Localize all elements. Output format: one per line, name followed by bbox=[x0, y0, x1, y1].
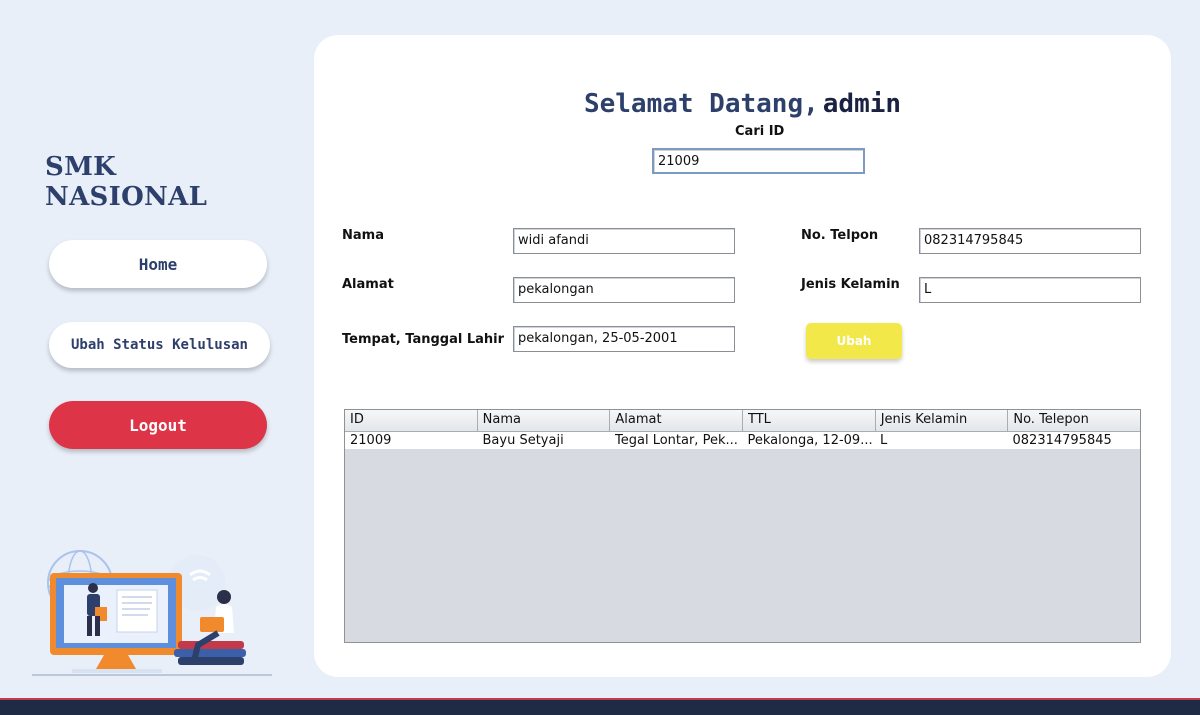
search-label: Cari ID bbox=[735, 124, 785, 139]
username: admin bbox=[822, 89, 902, 119]
column-header-telepon[interactable]: No. Telepon bbox=[1008, 410, 1140, 431]
column-header-nama[interactable]: Nama bbox=[478, 410, 611, 431]
table-cell: 082314795845 bbox=[1012, 433, 1112, 448]
column-header-ttl[interactable]: TTL bbox=[743, 410, 876, 431]
os-taskbar bbox=[0, 698, 1200, 715]
table-header: ID Nama Alamat TTL Jenis Kelamin No. Tel… bbox=[345, 410, 1140, 432]
welcome-text: Selamat Datang, bbox=[583, 89, 819, 119]
table-cell: Pekalonga, 12-09... bbox=[747, 433, 873, 448]
search-input[interactable]: 21009 bbox=[652, 148, 865, 174]
column-header-jenis-kelamin[interactable]: Jenis Kelamin bbox=[876, 410, 1009, 431]
workspace-illustration bbox=[32, 550, 272, 676]
nama-input[interactable]: widi afandi bbox=[513, 228, 735, 254]
telpon-input[interactable]: 082314795845 bbox=[919, 228, 1141, 254]
student-table[interactable]: ID Nama Alamat TTL Jenis Kelamin No. Tel… bbox=[344, 409, 1141, 643]
alamat-label: Alamat bbox=[342, 277, 394, 292]
jenis-kelamin-input[interactable]: L bbox=[919, 277, 1141, 303]
brand-title: SMK NASIONAL bbox=[45, 152, 208, 212]
telpon-label: No. Telpon bbox=[801, 228, 879, 243]
table-cell: L bbox=[880, 433, 888, 448]
ubah-button[interactable]: Ubah bbox=[806, 323, 902, 359]
home-button[interactable]: Home bbox=[49, 240, 267, 288]
table-cell: 21009 bbox=[350, 433, 392, 448]
nama-label: Nama bbox=[342, 228, 384, 243]
welcome-heading: Selamat Datang, admin bbox=[314, 89, 1171, 119]
jenis-kelamin-label: Jenis Kelamin bbox=[801, 277, 900, 292]
column-header-alamat[interactable]: Alamat bbox=[610, 410, 744, 431]
table-row[interactable]: 21009 Bayu Setyaji Tegal Lontar, Pek... … bbox=[345, 432, 1140, 449]
table-cell: Tegal Lontar, Pek... bbox=[615, 433, 738, 448]
ttl-label: Tempat, Tanggal Lahir bbox=[342, 332, 505, 347]
logout-button[interactable]: Logout bbox=[49, 401, 267, 449]
ubah-status-kelulusan-button[interactable]: Ubah Status Kelulusan bbox=[49, 322, 270, 368]
alamat-input[interactable]: pekalongan bbox=[513, 277, 735, 303]
column-header-id[interactable]: ID bbox=[345, 410, 478, 431]
table-cell: Bayu Setyaji bbox=[482, 433, 564, 448]
ttl-input[interactable]: pekalongan, 25-05-2001 bbox=[513, 326, 735, 352]
